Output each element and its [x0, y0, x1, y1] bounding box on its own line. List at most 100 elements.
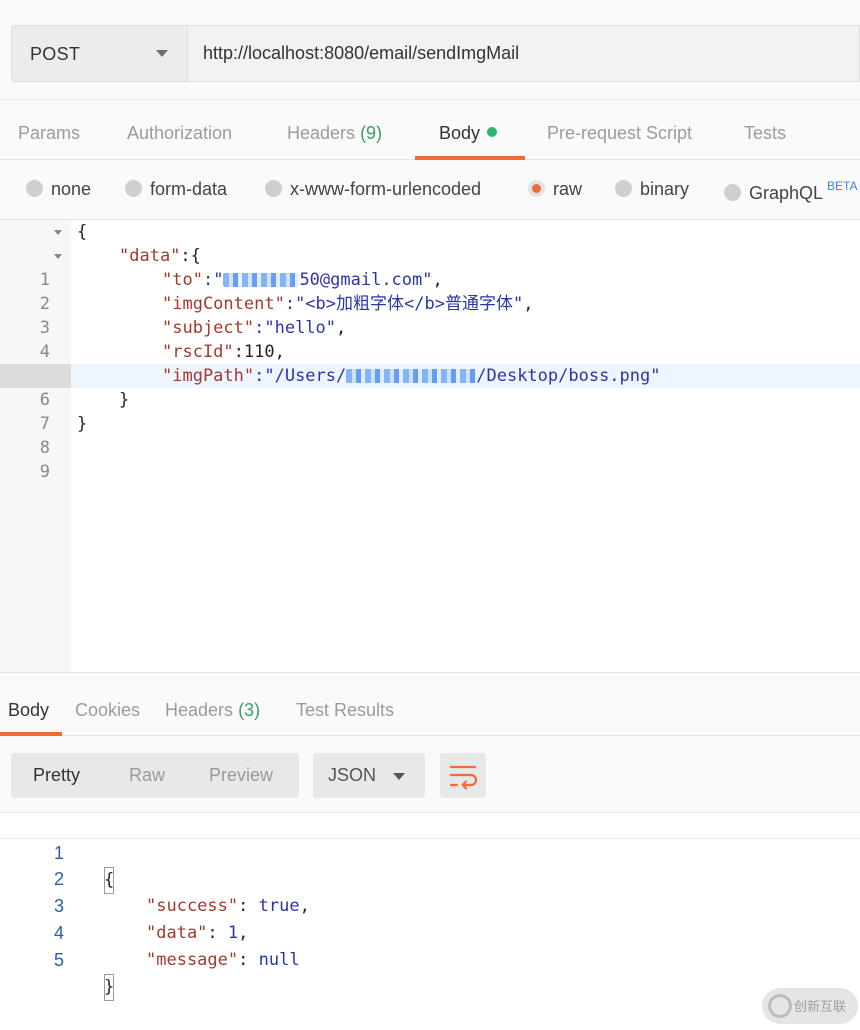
json-key: "to" — [162, 270, 203, 290]
tab-tests[interactable]: Tests — [744, 123, 786, 144]
tab-response-headers-label: Headers — [165, 700, 234, 720]
tab-prerequest-script[interactable]: Pre-request Script — [547, 123, 692, 144]
radio-circle-icon — [125, 180, 142, 197]
postman-window: POST http://localhost:8080/email/sendImg… — [0, 0, 860, 1030]
radio-circle-icon — [26, 180, 43, 197]
json-punct: , — [432, 270, 443, 290]
code-text: { — [77, 222, 88, 242]
tab-body[interactable]: Body — [439, 123, 498, 144]
line-number: 5 — [53, 950, 64, 970]
request-tabs: Params Authorization Headers (9) Body Pr… — [0, 100, 860, 160]
radio-selected-icon — [528, 180, 545, 197]
json-key: "imgPath" — [162, 366, 255, 386]
response-toolbar: Pretty Raw Preview JSON — [0, 736, 860, 812]
json-value: 50@gmail.com" — [299, 270, 433, 290]
radio-binary-label: binary — [640, 179, 690, 199]
radio-graphql-label: GraphQL — [749, 183, 824, 203]
code-line: 4 "imgContent":"<b>加粗字体</b>普通字体", — [0, 292, 860, 362]
json-key: "rscId" — [162, 342, 234, 362]
response-body-viewer[interactable]: 1 { 2 "success": true, 3 "data": 1, 4 "m… — [0, 812, 860, 1030]
beta-badge: BETA — [827, 179, 858, 193]
radio-form-data[interactable]: form-data — [125, 179, 227, 203]
json-brace: } — [104, 974, 115, 1001]
radio-urlencoded[interactable]: x-www-form-urlencoded — [265, 179, 481, 203]
tab-params[interactable]: Params — [18, 123, 80, 144]
json-value: :"/Users/ — [254, 366, 347, 386]
tab-test-results[interactable]: Test Results — [296, 700, 394, 721]
json-value: :"<b>加粗字体</b>普通字体" — [284, 294, 524, 314]
format-label: JSON — [328, 765, 377, 785]
request-body-editor[interactable]: 1 { 2 "data":{ 3 "to":" 50@gmail.com", 4 … — [0, 220, 860, 673]
pretty-button[interactable]: Pretty — [33, 765, 80, 786]
tab-headers-count: (9) — [360, 123, 383, 143]
json-punct: , — [336, 318, 347, 338]
status-dot-icon — [487, 127, 498, 137]
url-input[interactable]: http://localhost:8080/email/sendImgMail — [187, 25, 860, 82]
method-select[interactable]: POST — [11, 25, 187, 82]
radio-graphql[interactable]: GraphQL BETA — [724, 179, 858, 203]
code-text: } — [77, 414, 88, 434]
wrap-lines-icon — [449, 765, 478, 790]
json-value: :"hello" — [254, 318, 337, 338]
redacted-blur — [346, 369, 477, 383]
json-value: /Desktop/boss.png" — [476, 366, 661, 386]
request-bar: POST http://localhost:8080/email/sendImg… — [0, 0, 860, 100]
code-line: 2 "data":{ — [0, 244, 860, 314]
json-value: null — [258, 950, 300, 970]
tab-authorization[interactable]: Authorization — [127, 123, 232, 144]
watermark-text: 创新互联 — [794, 1000, 847, 1015]
url-text: http://localhost:8080/email/sendImgMail — [203, 43, 520, 63]
code-text: "subject":"hello", — [162, 316, 346, 340]
code-text: } — [119, 390, 130, 410]
tab-headers[interactable]: Headers (9) — [287, 123, 382, 144]
code-text: "to":" 50@gmail.com", — [162, 268, 443, 292]
tab-response-headers-count: (3) — [238, 700, 261, 720]
code-line: 2 "success": true, — [0, 839, 860, 916]
radio-none[interactable]: none — [26, 179, 91, 203]
json-value: :110, — [233, 342, 285, 362]
code-line-highlighted: 7 "imgPath":"/Users//Desktop/boss.png" — [0, 364, 860, 434]
code-line: 1 { — [0, 812, 860, 894]
code-line: 9 } — [0, 412, 860, 482]
json-key: "message" — [146, 950, 239, 970]
view-mode-group: Pretty Raw Preview — [11, 753, 299, 798]
fold-arrow-icon[interactable] — [54, 254, 62, 259]
code-line: 5 } — [0, 920, 860, 1001]
json-value: :" — [202, 270, 224, 290]
tab-response-headers[interactable]: Headers (3) — [165, 700, 260, 721]
chevron-down-icon — [393, 773, 405, 780]
logo-icon — [768, 994, 792, 1018]
code-line: 3 "to":" 50@gmail.com", — [0, 268, 860, 338]
radio-circle-icon — [265, 180, 282, 197]
body-type-options: none form-data x-www-form-urlencoded raw… — [0, 160, 860, 220]
radio-urlencoded-label: x-www-form-urlencoded — [290, 179, 482, 199]
fold-arrow-icon[interactable] — [54, 230, 62, 235]
line-number: 9 — [39, 462, 50, 482]
json-punct: , — [523, 294, 534, 314]
chevron-down-icon — [156, 50, 168, 57]
tab-body-label: Body — [439, 123, 481, 143]
tab-response-cookies[interactable]: Cookies — [75, 700, 140, 721]
format-select[interactable]: JSON — [313, 753, 425, 798]
code-line: 1 { — [0, 220, 860, 290]
json-punct: :{ — [180, 246, 201, 266]
wrap-lines-button[interactable] — [440, 753, 486, 798]
code-line: 6 "rscId":110, — [0, 340, 860, 410]
json-key: "data" — [119, 246, 181, 266]
code-text: "imgContent":"<b>加粗字体</b>普通字体", — [162, 292, 533, 316]
radio-binary[interactable]: binary — [615, 179, 689, 203]
code-text: "data":{ — [119, 244, 201, 268]
radio-circle-icon — [724, 184, 741, 201]
raw-button[interactable]: Raw — [129, 765, 165, 786]
radio-form-data-label: form-data — [150, 179, 228, 199]
preview-button[interactable]: Preview — [209, 765, 273, 786]
json-key: "subject" — [162, 318, 255, 338]
response-tabs: Body Cookies Headers (3) Test Results — [0, 673, 860, 736]
code-text: "message": null — [146, 950, 300, 970]
method-label: POST — [30, 44, 81, 64]
code-line: 3 "data": 1, — [0, 866, 860, 943]
code-text: "rscId":110, — [162, 340, 285, 364]
code-line: 4 "message": null — [0, 893, 860, 970]
radio-raw[interactable]: raw — [528, 179, 582, 203]
tab-response-body[interactable]: Body — [8, 700, 49, 721]
